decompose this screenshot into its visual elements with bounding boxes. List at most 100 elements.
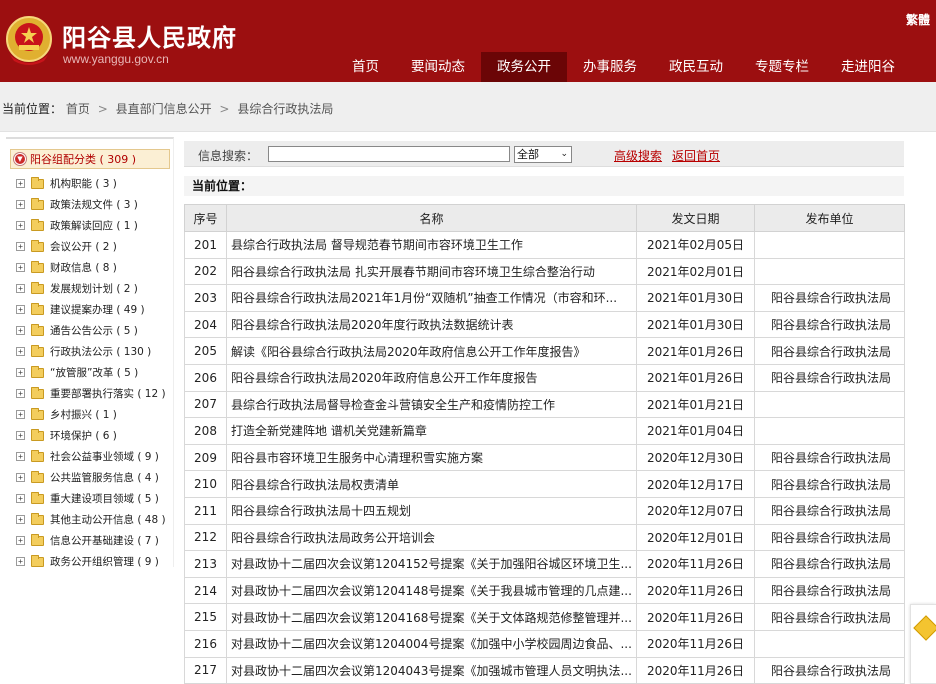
tree-item[interactable]: + 行政执法公示 ( 130 )	[16, 341, 166, 362]
row-title-link[interactable]: 阳谷县综合行政执法局2021年1月份“双随机”抽查工作情况（市容和环...	[226, 284, 637, 312]
expand-icon[interactable]: +	[16, 389, 25, 398]
row-title-link[interactable]: 对县政协十二届四次会议第1204043号提案《加强城市管理人员文明执法...	[226, 656, 637, 684]
expand-icon[interactable]: +	[16, 200, 25, 209]
tree-item[interactable]: + 财政信息 ( 8 )	[16, 257, 166, 278]
tree-item[interactable]: + 机构职能 ( 3 )	[16, 173, 166, 194]
row-title-link[interactable]: 阳谷县综合行政执法局政务公开培训会	[226, 523, 637, 552]
traditional-chinese-link[interactable]: 繁體	[906, 11, 930, 28]
tree-item[interactable]: + 发展规划计划 ( 2 )	[16, 278, 166, 299]
row-title-link[interactable]: 阳谷县综合行政执法局十四五规划	[226, 496, 637, 525]
tree-item[interactable]: + “放管服”改革 ( 5 )	[16, 362, 166, 383]
table-body: 201 县综合行政执法局 督导规范春节期间市容环境卫生工作 2021年02月05日 2…	[184, 231, 905, 684]
tree-item[interactable]: + 政务公开组织管理 ( 9 )	[16, 551, 166, 572]
advanced-search-link[interactable]: 高级搜索	[614, 147, 662, 164]
row-title-link[interactable]: 县综合行政执法局督导检查金斗营镇安全生产和疫情防控工作	[226, 390, 637, 419]
expand-icon[interactable]: +	[16, 473, 25, 482]
expand-icon[interactable]: +	[16, 242, 25, 251]
table-row: 208 打造全新党建阵地 谱机关党建新篇章 2021年01月04日	[184, 417, 905, 445]
row-title-link[interactable]: 解读《阳谷县综合行政执法局2020年政府信息公开工作年度报告》	[226, 337, 637, 365]
row-unit: 阳谷县综合行政执法局	[754, 496, 905, 525]
nav-news[interactable]: 要闻动态	[395, 52, 481, 82]
search-input[interactable]	[268, 146, 510, 162]
expand-icon[interactable]: +	[16, 284, 25, 293]
gem-icon	[913, 615, 936, 641]
tree-item[interactable]: + 会议公开 ( 2 )	[16, 236, 166, 257]
row-date: 2020年11月26日	[636, 629, 755, 658]
nav-interaction[interactable]: 政民互动	[653, 52, 739, 82]
expand-icon[interactable]: +	[16, 347, 25, 356]
column-header-no: 序号	[184, 204, 227, 232]
row-title-link[interactable]: 打造全新党建阵地 谱机关党建新篇章	[226, 417, 637, 445]
row-unit	[754, 629, 905, 658]
row-title-link[interactable]: 对县政协十二届四次会议第1204168号提案《关于文体路规范修整管理并...	[226, 603, 637, 631]
row-title-link[interactable]: 对县政协十二届四次会议第1204004号提案《加强中小学校园周边食品、...	[226, 629, 637, 658]
tree-item[interactable]: + 重大建设项目领域 ( 5 )	[16, 488, 166, 509]
row-date: 2020年12月07日	[636, 496, 755, 525]
expand-icon[interactable]: +	[16, 452, 25, 461]
row-unit: 阳谷县综合行政执法局	[754, 337, 905, 365]
breadcrumb-current[interactable]: 县综合行政执法局	[237, 102, 333, 116]
breadcrumb-dept-info[interactable]: 县直部门信息公开	[116, 102, 212, 116]
tree-item[interactable]: + 通告公告公示 ( 5 )	[16, 320, 166, 341]
category-sidebar: ▼ 阳谷组配分类 ( 309 ) + 机构职能 ( 3 ) + 政策法规文件 ( 3…	[6, 137, 174, 568]
breadcrumb-home[interactable]: 首页	[66, 102, 90, 116]
row-number: 208	[184, 417, 227, 445]
tree-item[interactable]: + 公共监管服务信息 ( 4 )	[16, 467, 166, 488]
nav-topics[interactable]: 专题专栏	[739, 52, 825, 82]
tree-item[interactable]: + 其他主动公开信息 ( 48 )	[16, 509, 166, 530]
expand-icon[interactable]: +	[16, 368, 25, 377]
expand-icon[interactable]: +	[16, 515, 25, 524]
row-title-link[interactable]: 对县政协十二届四次会议第1204152号提案《关于加强阳谷城区环境卫生...	[226, 550, 637, 578]
expand-icon[interactable]: +	[16, 263, 25, 272]
floating-widget[interactable]	[910, 604, 936, 684]
nav-gov-affairs[interactable]: 政务公开	[481, 52, 567, 82]
collapse-icon[interactable]: ▼	[14, 153, 26, 165]
tree-item[interactable]: + 重要部署执行落实 ( 12 )	[16, 383, 166, 404]
tree-item[interactable]: + 信息公开基础建设 ( 7 )	[16, 530, 166, 551]
table-row: 210 阳谷县综合行政执法局权责清单 2020年12月17日 阳谷县综合行政执法局	[184, 470, 905, 498]
expand-icon[interactable]: +	[16, 557, 25, 566]
expand-icon[interactable]: +	[16, 305, 25, 314]
expand-icon[interactable]: +	[16, 179, 25, 188]
search-bar: 信息搜索： 全部 ⌄ 高级搜索 返回首页	[184, 141, 904, 167]
row-title-link[interactable]: 县综合行政执法局 督导规范春节期间市容环境卫生工作	[226, 231, 637, 259]
row-date: 2020年11月26日	[636, 656, 755, 684]
folder-icon	[31, 197, 44, 210]
back-home-link[interactable]: 返回首页	[672, 147, 720, 164]
row-number: 206	[184, 363, 227, 392]
nav-home[interactable]: 首页	[336, 52, 395, 82]
tree-item[interactable]: + 政策解读回应 ( 1 )	[16, 215, 166, 236]
folder-icon	[31, 386, 44, 399]
expand-icon[interactable]: +	[16, 494, 25, 503]
tree-item[interactable]: + 社会公益事业领域 ( 9 )	[16, 446, 166, 467]
row-title-link[interactable]: 阳谷县综合行政执法局2020年政府信息公开工作年度报告	[226, 363, 637, 392]
row-date: 2021年02月05日	[636, 231, 755, 259]
folder-icon	[31, 449, 44, 462]
search-scope-select[interactable]: 全部 ⌄	[514, 146, 572, 163]
tree-item[interactable]: + 政策法规文件 ( 3 )	[16, 194, 166, 215]
row-title-link[interactable]: 阳谷县综合行政执法局 扎实开展春节期间市容环境卫生综合整治行动	[226, 257, 637, 286]
row-title-link[interactable]: 对县政协十二届四次会议第1204148号提案《关于我县城市管理的几点建...	[226, 576, 637, 605]
expand-icon[interactable]: +	[16, 326, 25, 335]
tree-item[interactable]: + 环境保护 ( 6 )	[16, 425, 166, 446]
row-title-link[interactable]: 阳谷县综合行政执法局权责清单	[226, 470, 637, 498]
breadcrumb-label: 当前位置：	[2, 102, 63, 116]
tree-item[interactable]: + 乡村振兴 ( 1 )	[16, 404, 166, 425]
row-number: 212	[184, 523, 227, 552]
nav-about[interactable]: 走进阳谷	[825, 52, 911, 82]
expand-icon[interactable]: +	[16, 221, 25, 230]
nav-services[interactable]: 办事服务	[567, 52, 653, 82]
tree-item[interactable]: + 建议提案办理 ( 49 )	[16, 299, 166, 320]
row-date: 2021年01月30日	[636, 310, 755, 339]
expand-icon[interactable]: +	[16, 536, 25, 545]
row-unit: 阳谷县综合行政执法局	[754, 550, 905, 578]
table-row: 216 对县政协十二届四次会议第1204004号提案《加强中小学校园周边食品、..…	[184, 629, 905, 658]
expand-icon[interactable]: +	[16, 410, 25, 419]
tree-root[interactable]: ▼ 阳谷组配分类 ( 309 )	[10, 149, 170, 169]
table-row: 215 对县政协十二届四次会议第1204168号提案《关于文体路规范修整管理并..…	[184, 603, 905, 631]
row-title-link[interactable]: 阳谷县市容环境卫生服务中心清理积雪实施方案	[226, 443, 637, 472]
row-unit	[754, 417, 905, 445]
chevron-down-icon: ⌄	[560, 149, 568, 159]
expand-icon[interactable]: +	[16, 431, 25, 440]
row-title-link[interactable]: 阳谷县综合行政执法局2020年度行政执法数据统计表	[226, 310, 637, 339]
